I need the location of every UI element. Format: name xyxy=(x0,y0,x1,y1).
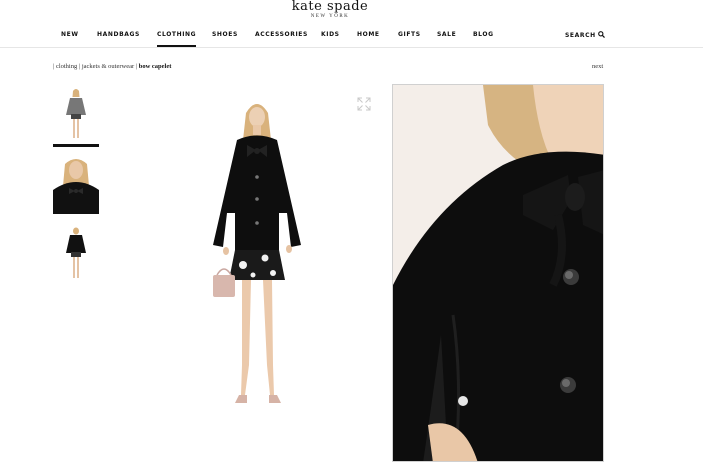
nav-item-shoes[interactable]: SHOES xyxy=(212,31,238,38)
site-header: kate spade NEW YORK NEW HANDBAGS CLOTHIN… xyxy=(0,0,703,48)
breadcrumb: | clothing | jackets & outerwear | bow c… xyxy=(53,63,171,70)
nav-item-gifts[interactable]: GIFTS xyxy=(398,31,421,38)
main-product-image[interactable] xyxy=(195,95,320,410)
nav-item-sale[interactable]: SALE xyxy=(437,31,456,38)
thumbnail-front[interactable] xyxy=(53,85,99,143)
expand-icon[interactable] xyxy=(357,97,371,111)
brand-logo[interactable]: kate spade NEW YORK xyxy=(0,0,660,19)
search-icon xyxy=(597,31,605,40)
brand-tagline: NEW YORK xyxy=(310,14,350,19)
nav-item-blog[interactable]: BLOG xyxy=(473,31,494,38)
breadcrumb-separator: | xyxy=(135,63,138,70)
nav-item-kids[interactable]: KIDS xyxy=(321,31,340,38)
thumbnail-closeup[interactable] xyxy=(53,156,99,214)
breadcrumb-jackets-outerwear[interactable]: jackets & outerwear xyxy=(82,63,134,70)
nav-item-new[interactable]: NEW xyxy=(61,31,79,38)
search-label: SEARCH xyxy=(565,32,596,39)
main-nav: NEW HANDBAGS CLOTHING SHOES ACCESSORIES … xyxy=(0,31,703,47)
thumbnail-back[interactable] xyxy=(53,224,99,282)
nav-item-accessories[interactable]: ACCESSORIES xyxy=(255,31,308,38)
search-button[interactable]: SEARCH xyxy=(565,31,605,40)
breadcrumb-clothing[interactable]: clothing xyxy=(56,63,77,70)
thumbnail-active-indicator xyxy=(53,144,99,147)
breadcrumb-separator: | xyxy=(78,63,81,70)
next-product-link[interactable]: next xyxy=(592,63,603,70)
nav-item-home[interactable]: HOME xyxy=(357,31,380,38)
nav-item-clothing[interactable]: CLOTHING xyxy=(157,31,197,47)
breadcrumb-separator: | xyxy=(53,63,55,70)
brand-name: kate spade xyxy=(291,0,369,14)
zoom-image-panel[interactable] xyxy=(392,84,604,462)
nav-item-handbags[interactable]: HANDBAGS xyxy=(97,31,140,38)
breadcrumb-current: bow capelet xyxy=(138,63,172,70)
